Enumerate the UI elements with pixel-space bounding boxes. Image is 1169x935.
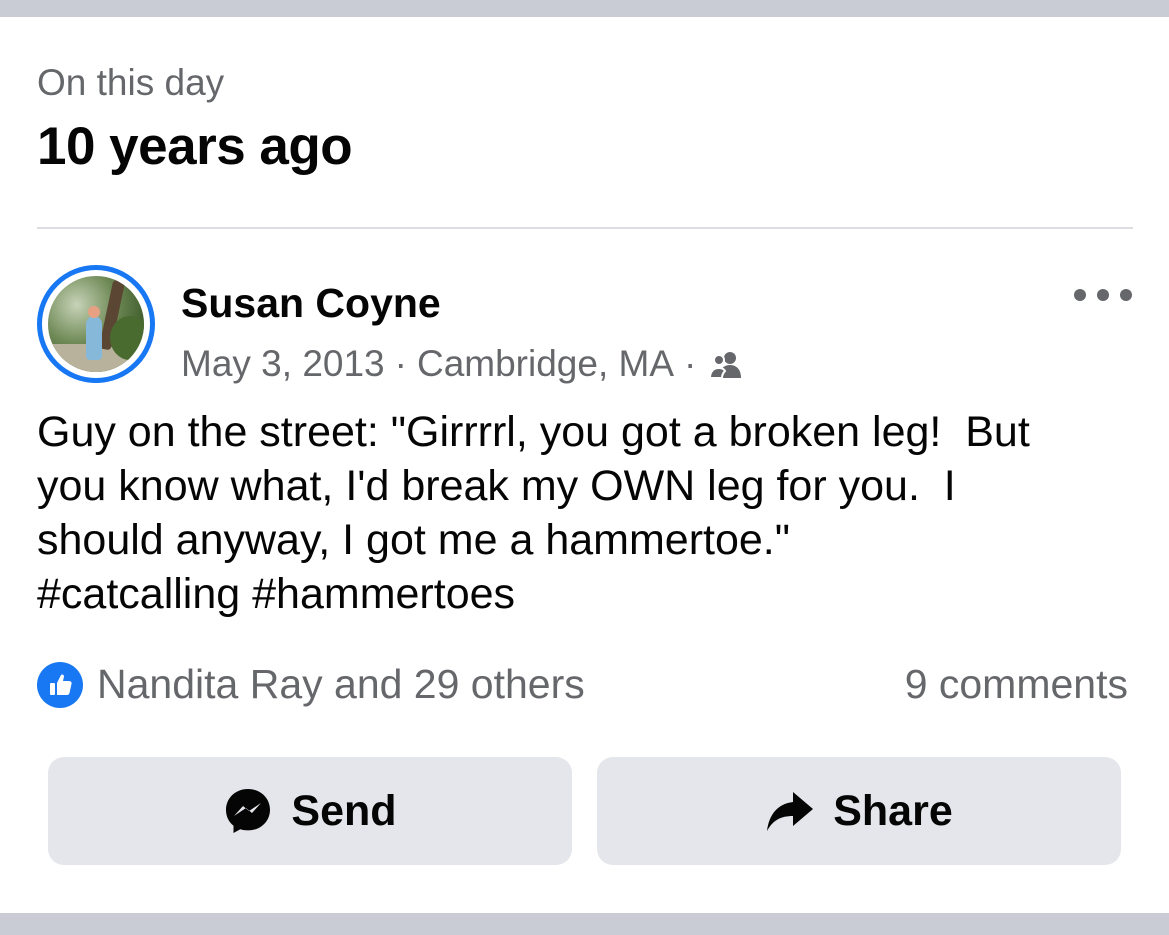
avatar-photo [48,276,144,372]
send-button[interactable]: Send [48,757,572,865]
post-location[interactable]: Cambridge, MA [417,345,674,382]
thumbs-up-icon [37,662,83,708]
post-date[interactable]: May 3, 2013 [181,345,385,382]
share-button[interactable]: Share [597,757,1121,865]
messenger-icon [223,786,273,836]
post-body: Guy on the street: "Girrrrl, you got a b… [37,405,1137,621]
top-separator-band [0,0,1169,17]
friends-icon[interactable] [708,349,744,379]
more-options-icon[interactable] [1074,282,1132,308]
likes-summary[interactable]: Nandita Ray and 29 others [97,664,585,705]
post-text-line: Guy on the street: "Girrrrl, you got a b… [37,408,1030,456]
meta-separator: · [394,343,407,384]
memory-headline: 10 years ago [37,117,353,176]
author-name[interactable]: Susan Coyne [181,283,441,324]
bottom-separator-band [0,913,1169,935]
comments-count[interactable]: 9 comments [905,664,1128,705]
divider [37,227,1133,229]
post-text-line: you know what, I'd break my OWN leg for … [37,462,956,510]
memory-eyebrow: On this day [37,62,225,103]
meta-separator: · [684,343,697,384]
hashtags[interactable]: #catcalling #hammertoes [37,567,1137,621]
share-arrow-icon [765,786,815,836]
post-meta: May 3, 2013 · Cambridge, MA · [181,345,744,382]
avatar[interactable] [37,265,155,383]
post-text-line: should anyway, I got me a hammertoe." [37,516,791,564]
share-label: Share [833,786,953,835]
send-label: Send [291,786,397,835]
